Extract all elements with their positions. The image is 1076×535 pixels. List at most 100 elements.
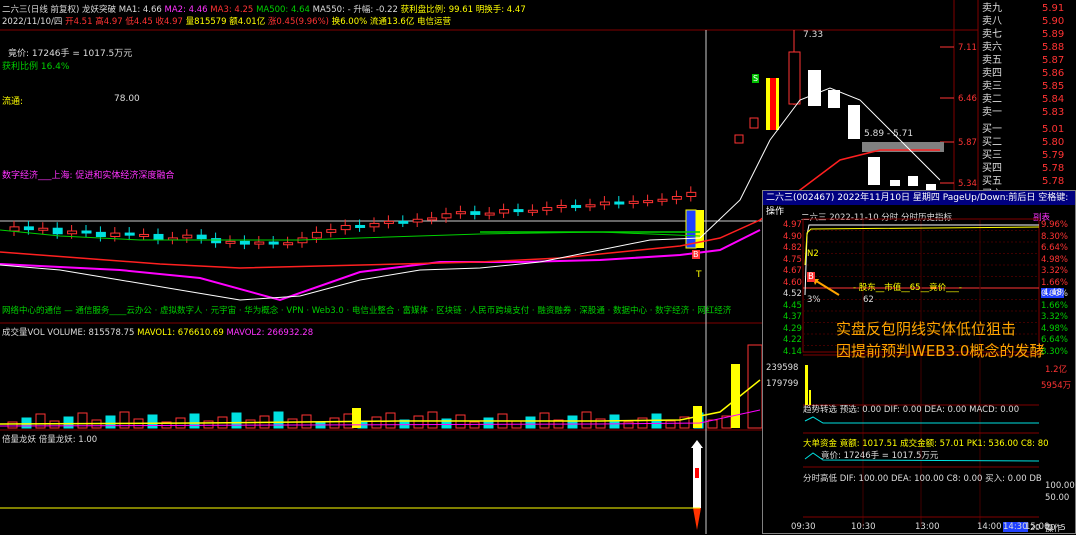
volume-bar (147, 414, 158, 429)
orderbook-row[interactable]: 买三 5.79 (978, 150, 1076, 161)
orderbook-row[interactable]: 卖三 5.85 (978, 81, 1076, 92)
orderbook-label: 买一 (982, 124, 1002, 135)
orderbook-label: 卖四 (982, 68, 1002, 79)
candle-breakout (685, 209, 697, 249)
volume-bar (231, 412, 242, 429)
orderbook-label: 卖九 (982, 3, 1002, 14)
orderbook-row[interactable]: 卖六 5.88 (978, 42, 1076, 53)
volume-bar (203, 420, 214, 429)
popup-time-label: 13:00 (915, 522, 940, 532)
orderbook-row[interactable]: 买四 5.78 (978, 163, 1076, 174)
dashline-text: - 股东__市值__65__竟价___- (853, 283, 962, 293)
candle-body (556, 204, 567, 209)
popup-left-axis-label: 4.82 (783, 243, 802, 253)
stock-title: 二六三(日线 前复权) (2, 5, 80, 15)
orderbook-label: 卖七 (982, 29, 1002, 40)
popup-right-axis-label: 8.30% (1041, 231, 1069, 242)
candle-body (52, 227, 63, 235)
volume-bar (665, 420, 676, 429)
profit-ratio-text: 获利比例 16.4% (2, 62, 70, 72)
orderbook-price: 5.91 (1042, 3, 1065, 14)
candle-body (9, 226, 20, 232)
candle-body (441, 213, 452, 219)
volume-bar (63, 416, 74, 429)
quote-amount: 额4.01亿 (229, 17, 266, 27)
candle-body (283, 242, 294, 246)
mavol2-value: MAVOL2: 266932.28 (226, 328, 314, 338)
popup-right-axis-label: 6.64% (1041, 335, 1069, 345)
quote-sector: 电信运营 (417, 17, 452, 27)
candle-body (455, 211, 466, 215)
volume-bar (525, 416, 536, 429)
rocket-flame (693, 508, 701, 530)
quote-turnover: 换6.00% (331, 17, 368, 27)
popup-right-axis-label: 3.32% (1041, 266, 1069, 276)
vol-right-top: 1.2亿 (1045, 365, 1068, 375)
volume-bar (7, 421, 18, 429)
popup-b-marker: B (807, 272, 815, 282)
pct-label: 3% (807, 295, 821, 305)
peak-price-label: 7.33 (803, 30, 824, 40)
candle-body (527, 209, 538, 213)
candle-body (81, 230, 92, 234)
intraday-popup[interactable]: 二六三(002467) 2022年11月10日 星期四 PageUp/Down:… (762, 190, 1076, 534)
candle-body (484, 212, 495, 216)
orderbook-price: 5.78 (1042, 176, 1065, 187)
vol-right-bottom: 5954万 (1041, 381, 1072, 391)
popup-time-label: 14:30 (1003, 522, 1028, 532)
volume-bar (105, 415, 116, 429)
popup-time-label: 09:30 (791, 522, 816, 532)
candle-down (890, 180, 900, 186)
candle-body (139, 233, 150, 237)
price-axis-label: 5.34 (958, 179, 977, 189)
popup-left-axis-label: 4.22 (783, 335, 802, 345)
orderbook-row[interactable]: 卖九 5.91 (978, 3, 1076, 14)
popup-right-axis-label: 3.32% (1041, 312, 1069, 322)
orderbook-price: 5.89 (1042, 29, 1065, 40)
popup-title[interactable]: 二六三(002467) 2022年11月10日 星期四 PageUp/Down:… (763, 191, 1075, 217)
candle-body (643, 200, 654, 204)
candle-body (734, 134, 744, 144)
candle-body (470, 211, 481, 215)
candle-body (749, 117, 759, 129)
volume-bar-highlight (731, 364, 740, 428)
orderbook-row[interactable]: 卖五 5.87 (978, 55, 1076, 66)
orderbook-row[interactable]: 卖四 5.86 (978, 68, 1076, 79)
candle-body (383, 220, 394, 224)
quote-date: 2022/11/10/四 (2, 17, 63, 27)
popup-left-axis-label: 4.52 (783, 289, 802, 299)
orderbook-price: 5.01 (1042, 124, 1065, 135)
candle-body (211, 238, 222, 244)
orderbook-row[interactable]: 卖八 5.90 (978, 16, 1076, 27)
orderbook-row[interactable]: 买五 5.78 (978, 176, 1076, 187)
candle-body (311, 231, 322, 239)
float-label: 流通: (2, 97, 24, 107)
intraday-right-top: 100.00 (1045, 481, 1075, 491)
orderbook-row[interactable]: 卖七 5.89 (978, 29, 1076, 40)
quote-open: 开4.51 (65, 17, 93, 27)
candle-body (412, 218, 423, 223)
popup-left-axis-label: 4.60 (783, 277, 802, 288)
big-fund-row: 大单资金 竟额: 1017.51 成交金额: 57.01 PK1: 536.00… (803, 439, 1049, 449)
candle-body (788, 51, 801, 105)
orderbook-row[interactable]: 买一 5.01 (978, 124, 1076, 135)
candle-body (153, 233, 164, 240)
orderbook-row[interactable]: 买二 5.80 (978, 137, 1076, 148)
candle-body (657, 198, 668, 202)
range-label: 5.89 - 5.71 (864, 129, 914, 139)
candle-body (182, 234, 193, 239)
ma550-value: MA550: - (312, 5, 351, 15)
volume-bar (469, 421, 480, 429)
orderbook-row[interactable]: 卖二 5.84 (978, 94, 1076, 105)
mavol1-value: MAVOL1: 676610.69 (137, 328, 224, 338)
orderbook-price: 5.80 (1042, 137, 1065, 148)
indicator-name[interactable]: 龙妖突破 (82, 5, 116, 15)
popup-trend-line (804, 416, 1039, 424)
chart-header: 二六三(日线 前复权) 龙妖突破 MA1: 4.66 MA2: 4.46 MA3… (2, 3, 526, 15)
orderbook-row[interactable]: 卖一 5.83 (978, 107, 1076, 118)
vol-left-top: 239598 (766, 363, 799, 373)
theme-text: 数字经济___上海: 促进和实体经济深度融合 (2, 171, 175, 181)
candle-body (571, 204, 582, 208)
popup-time-label: 14:00 (977, 522, 1002, 532)
quote-float: 流通13.6亿 (369, 17, 415, 27)
